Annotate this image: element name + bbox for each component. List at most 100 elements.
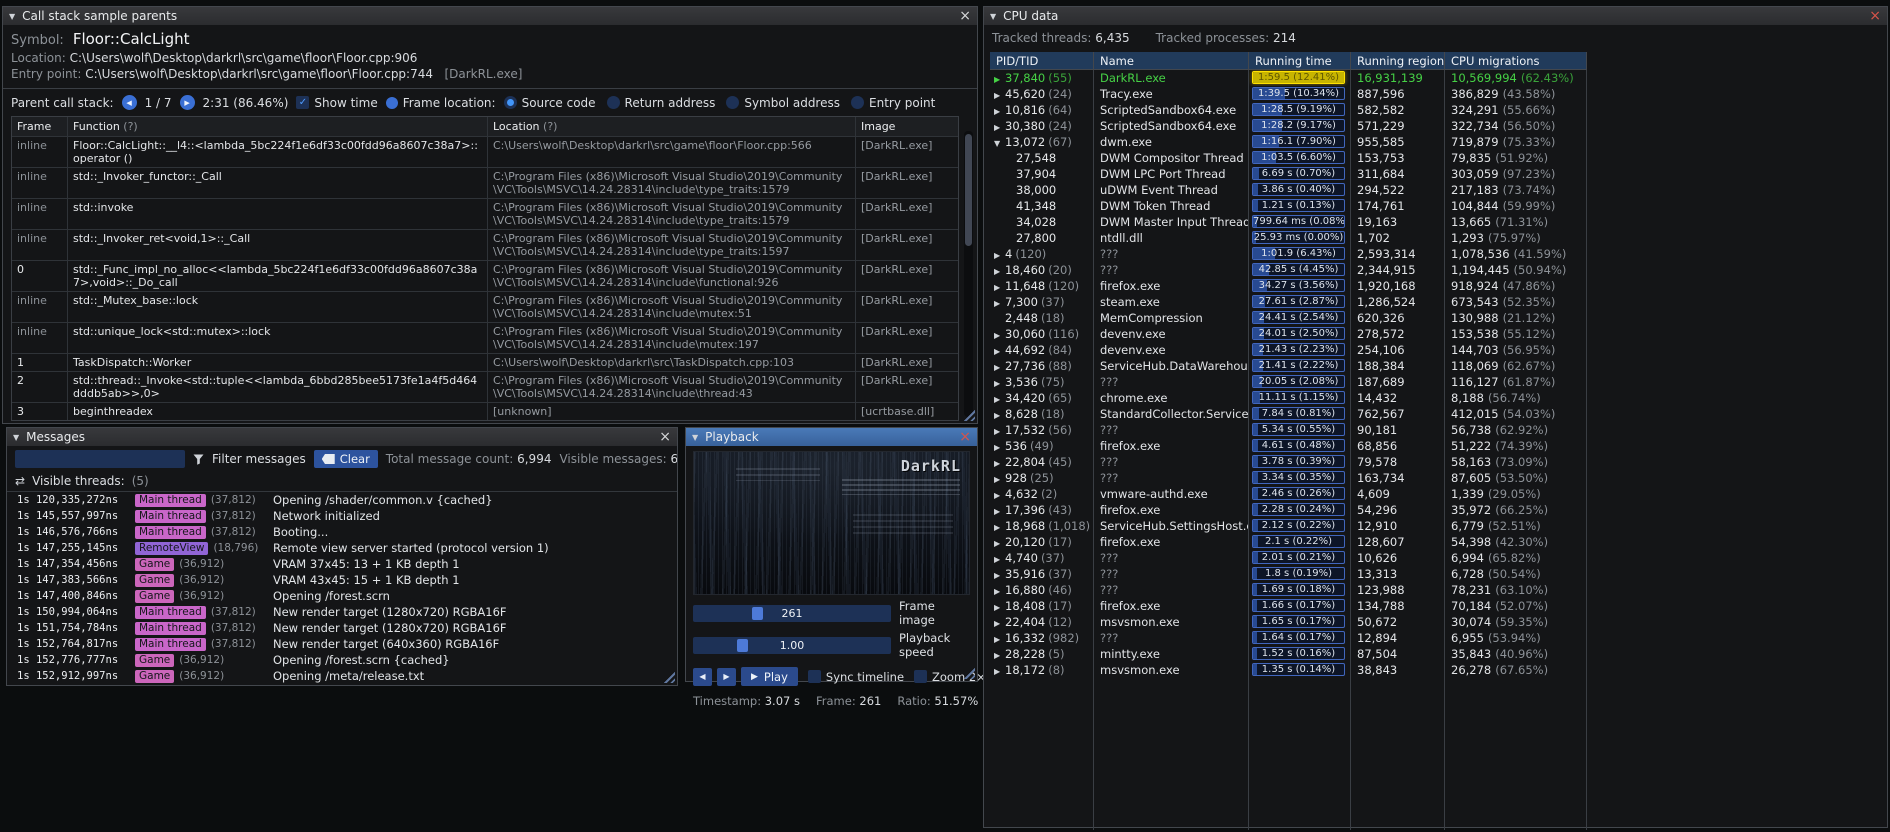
message-row[interactable]: 1s 147,354,456ns Game (36,912) VRAM 37x4… [7,556,677,572]
cpu-row[interactable]: ▶ 4,740 (37) ??? 2.01 s (0.21%) 10,626 6,9… [990,550,1887,566]
expand-icon[interactable]: ▶ [994,584,1005,598]
speed-slider[interactable]: 1.00 [693,636,891,654]
pid-cell[interactable]: ▶ 16,880 (46) [990,582,1094,598]
cpu-row[interactable]: 27,548 DWM Compositor Thread 1:03.5 (6.6… [990,150,1887,166]
function-cell[interactable]: TaskDispatch::Worker [68,353,488,371]
thread-badge[interactable]: Main thread [135,621,206,635]
expand-icon[interactable]: ▶ [994,616,1005,630]
collapse-icon[interactable]: ▼ [990,12,996,21]
thread-badge[interactable]: Main thread [135,605,206,619]
function-cell[interactable]: std::_Mutex_base::lock [68,291,488,322]
cpu-row[interactable]: ▶ 44,692 (84) devenv.exe 21.43 s (2.23%) 2… [990,342,1887,358]
expand-icon[interactable]: ▶ [994,360,1005,374]
pid-cell[interactable]: ▶ 7,300 (37) [990,294,1094,310]
message-row[interactable]: 1s 147,383,566ns Game (36,912) VRAM 43x4… [7,572,677,588]
thread-badge[interactable]: RemoteView [135,541,209,555]
cpu-column-header[interactable]: Running regions [1351,52,1445,70]
message-row[interactable]: 1s 151,754,784ns Main thread (37,812) Ne… [7,620,677,636]
collapse-icon[interactable]: ▼ [692,433,698,442]
cpu-row[interactable]: ▶ 536 (49) firefox.exe 4.61 s (0.48%) 68,8… [990,438,1887,454]
expand-icon[interactable]: ▶ [994,488,1005,502]
radio-option[interactable]: Source code [503,96,596,110]
cpu-row[interactable]: ▶ 37,840 (55) DarkRL.exe 1:59.5 (12.41%) 1… [990,70,1887,86]
next-frame-button[interactable]: ▶ [717,667,736,686]
cpu-row[interactable]: ▶ 4 (120) ??? 1:01.9 (6.43%) 2,593,314 1,0… [990,246,1887,262]
messages-list[interactable]: 1s 120,335,272ns Main thread (37,812) Op… [7,492,677,685]
expand-icon[interactable]: ▶ [994,504,1005,518]
cpu-row[interactable]: ▶ 16,880 (46) ??? 1.69 s (0.18%) 123,988 7… [990,582,1887,598]
collapse-icon[interactable]: ▼ [13,433,19,442]
pid-cell[interactable]: ▶ 17,396 (43) [990,502,1094,518]
pid-cell[interactable]: ▶ 18,460 (20) [990,262,1094,278]
sync-timeline-checkbox[interactable]: Sync timeline [807,670,904,684]
expand-icon[interactable]: ▶ [994,552,1005,566]
callstack-titlebar[interactable]: ▼ Call stack sample parents × [3,7,977,25]
expand-icon[interactable]: ▶ [994,536,1005,550]
pid-cell[interactable]: ▶ 11,648 (120) [990,278,1094,294]
cpu-row[interactable]: ▶ 18,460 (20) ??? 42.85 s (4.45%) 2,344,91… [990,262,1887,278]
thread-badge[interactable]: Game [135,573,175,587]
thread-badge[interactable]: Main thread [135,493,206,507]
callstack-row[interactable]: inline std::_Mutex_base::lock C:\Program… [12,291,958,322]
cpu-column-header[interactable]: Running time [1249,52,1351,70]
callstack-row[interactable]: inline Floor::CalcLight::__l4::<lambda_5… [12,136,958,167]
callstack-row[interactable]: inline std::invoke C:\Program Files (x86… [12,198,958,229]
zoom-checkbox[interactable]: Zoom 2× [914,670,986,684]
thread-badge[interactable]: Game [135,653,175,667]
cpu-row[interactable]: ▶ 17,396 (43) firefox.exe 2.28 s (0.24%) 5… [990,502,1887,518]
cpu-row[interactable]: ▶ 27,736 (88) ServiceHub.DataWarehouse 21.… [990,358,1887,374]
thread-badge[interactable]: Game [135,669,175,683]
cpu-row[interactable]: ▶ 30,380 (24) ScriptedSandbox64.exe 1:28.2… [990,118,1887,134]
function-cell[interactable]: std::_Func_impl_no_alloc<<lambda_5bc224f… [68,260,488,291]
pid-cell[interactable]: 34,028 [990,214,1094,230]
function-cell[interactable]: std::invoke [68,198,488,229]
pid-cell[interactable]: ▶ 27,736 (88) [990,358,1094,374]
cpu-row[interactable]: ▶ 22,804 (45) ??? 3.78 s (0.39%) 79,578 58… [990,454,1887,470]
collapse-icon[interactable]: ▼ [9,12,15,21]
cpu-row[interactable]: 27,800 ntdll.dll 25.93 ms (0.00%) 1,702 … [990,230,1887,246]
cpu-row[interactable]: ▶ 10,816 (64) ScriptedSandbox64.exe 1:28.5… [990,102,1887,118]
pid-cell[interactable]: 27,800 [990,230,1094,246]
cpu-row[interactable]: ▶ 45,620 (24) Tracy.exe 1:39.5 (10.34%) 88… [990,86,1887,102]
pid-cell[interactable]: ▶ 30,380 (24) [990,118,1094,134]
pid-cell[interactable]: 37,904 [990,166,1094,182]
scrollbar-track[interactable] [964,131,973,417]
expand-icon[interactable]: ▶ [994,376,1005,390]
function-cell[interactable]: std::_Invoker_functor::_Call [68,167,488,198]
cpu-row[interactable]: 38,000 uDWM Event Thread 3.86 s (0.40%) … [990,182,1887,198]
pid-cell[interactable]: 2,448 (18) [990,310,1094,326]
play-button[interactable]: ▶ Play [741,667,798,686]
radio-option[interactable]: Return address [606,96,715,110]
expand-icon[interactable]: ▶ [994,72,1005,86]
prev-stack-button[interactable]: ◀ [121,95,137,110]
expand-icon[interactable]: ▶ [994,328,1005,342]
cpu-row[interactable]: ▶ 22,404 (12) msvsmon.exe 1.65 s (0.17%) 5… [990,614,1887,630]
cpu-row[interactable]: ▶ 928 (25) ??? 3.34 s (0.35%) 163,734 87,6… [990,470,1887,486]
close-icon[interactable]: × [959,9,971,23]
message-row[interactable]: 1s 120,335,272ns Main thread (37,812) Op… [7,492,677,508]
function-cell[interactable]: std::_Invoker_ret<void,1>::_Call [68,229,488,260]
scrollbar-thumb[interactable] [965,134,972,246]
thread-badge[interactable]: Main thread [135,637,206,651]
message-row[interactable]: 1s 147,400,846ns Game (36,912) Opening /… [7,588,677,604]
pid-cell[interactable]: 38,000 [990,182,1094,198]
close-icon[interactable]: × [1869,9,1881,23]
expand-icon[interactable]: ▶ [994,456,1005,470]
expand-icon[interactable]: ▶ [994,664,1005,678]
cpu-column-header[interactable]: CPU migrations [1445,52,1587,70]
callstack-row[interactable]: inline std::unique_lock<std::mutex>::loc… [12,322,958,353]
cpu-row[interactable]: 41,348 DWM Token Thread 1.21 s (0.13%) 1… [990,198,1887,214]
function-cell[interactable]: std::unique_lock<std::mutex>::lock [68,322,488,353]
expand-icon[interactable]: ▼ [994,136,1005,150]
cpu-titlebar[interactable]: ▼ CPU data × [984,7,1887,25]
expand-icon[interactable]: ▶ [994,296,1005,310]
function-cell[interactable]: std::thread::_Invoke<std::tuple<<lambda_… [68,371,488,402]
cpu-row[interactable]: ▶ 3,536 (75) ??? 20.05 s (2.08%) 187,689 1… [990,374,1887,390]
pid-cell[interactable]: ▶ 3,536 (75) [990,374,1094,390]
pid-cell[interactable]: ▶ 30,060 (116) [990,326,1094,342]
next-stack-button[interactable]: ▶ [179,95,195,110]
expand-icon[interactable]: ▶ [994,344,1005,358]
message-row[interactable]: 1s 152,776,777ns Game (36,912) Opening /… [7,652,677,668]
pid-cell[interactable]: ▶ 37,840 (55) [990,70,1094,86]
pid-cell[interactable]: ▶ 44,692 (84) [990,342,1094,358]
